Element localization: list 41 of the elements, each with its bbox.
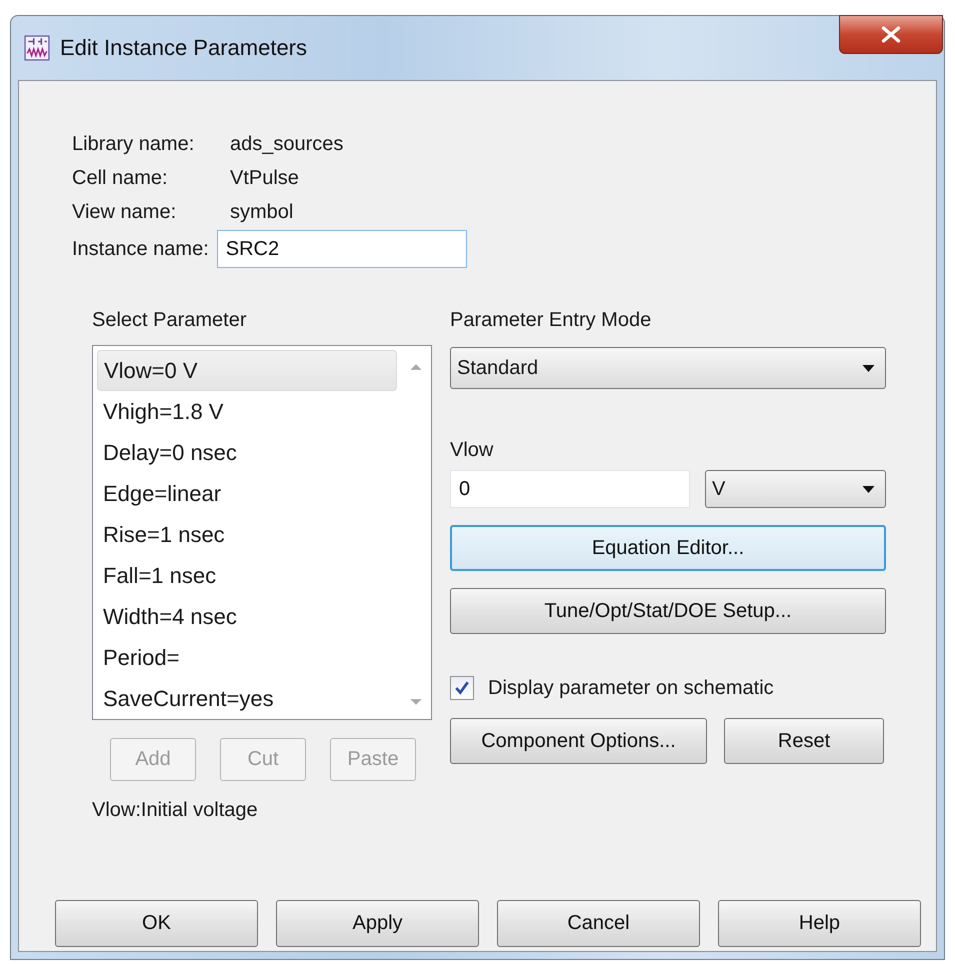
field-label: Cell name: xyxy=(72,166,169,190)
list-item[interactable]: Period= xyxy=(97,637,397,678)
value-field[interactable]: 0 xyxy=(450,470,690,508)
field-label: Instance name: xyxy=(72,238,209,260)
list-item[interactable]: Delay=0 nsec xyxy=(97,432,397,473)
section-heading: Select Parameter xyxy=(92,308,248,333)
list-item[interactable]: Vlow=0 V xyxy=(97,350,397,391)
checkbox-label: Display parameter on schematic xyxy=(488,676,774,700)
list-item[interactable]: Vhigh=1.8 V xyxy=(97,391,397,432)
list-item[interactable]: SaveCurrent=yes xyxy=(97,678,397,719)
dropdown-arrow-icon xyxy=(862,486,875,492)
parameter-description: Vlow:Initial voltage xyxy=(92,799,259,822)
dialog-button[interactable]: Help xyxy=(718,900,921,947)
list-item[interactable]: Rise=1 nsec xyxy=(97,514,397,555)
field-label: View name: xyxy=(72,200,178,224)
waveform-icon xyxy=(24,35,50,61)
entry-mode-dropdown[interactable]: Standard xyxy=(450,347,886,389)
list-item[interactable]: Edge=linear xyxy=(97,473,397,514)
dialog-button[interactable]: OK xyxy=(55,900,258,947)
action-button[interactable]: Equation Editor... xyxy=(450,525,886,571)
list-item[interactable]: Fall=1 nsec xyxy=(97,555,397,596)
dropdown-arrow-icon xyxy=(862,364,875,372)
section-heading: Parameter Entry Mode xyxy=(450,308,652,333)
field-label: Library name: xyxy=(72,132,196,156)
option-button[interactable]: Reset xyxy=(724,718,884,764)
checkmark-icon xyxy=(454,680,470,696)
checkbox[interactable] xyxy=(450,676,474,700)
close-button[interactable] xyxy=(839,15,943,54)
field-value: VtPulse xyxy=(230,166,299,190)
list-item[interactable]: Width=4 nsec xyxy=(97,596,397,637)
field-label: Vlow xyxy=(450,439,494,463)
instance-name-field[interactable]: SRC2 xyxy=(216,230,467,268)
field-value: symbol xyxy=(230,200,294,224)
dialog-button[interactable]: Apply xyxy=(276,900,479,947)
close-icon xyxy=(880,26,902,43)
unit-dropdown[interactable]: V xyxy=(705,470,886,508)
dialog-button[interactable]: Cancel xyxy=(497,900,700,947)
action-button[interactable]: Tune/Opt/Stat/DOE Setup... xyxy=(450,588,886,634)
field-value: ads_sources xyxy=(230,132,344,156)
option-button[interactable]: Component Options... xyxy=(450,718,707,764)
window-title: Edit Instance Parameters xyxy=(60,35,308,61)
